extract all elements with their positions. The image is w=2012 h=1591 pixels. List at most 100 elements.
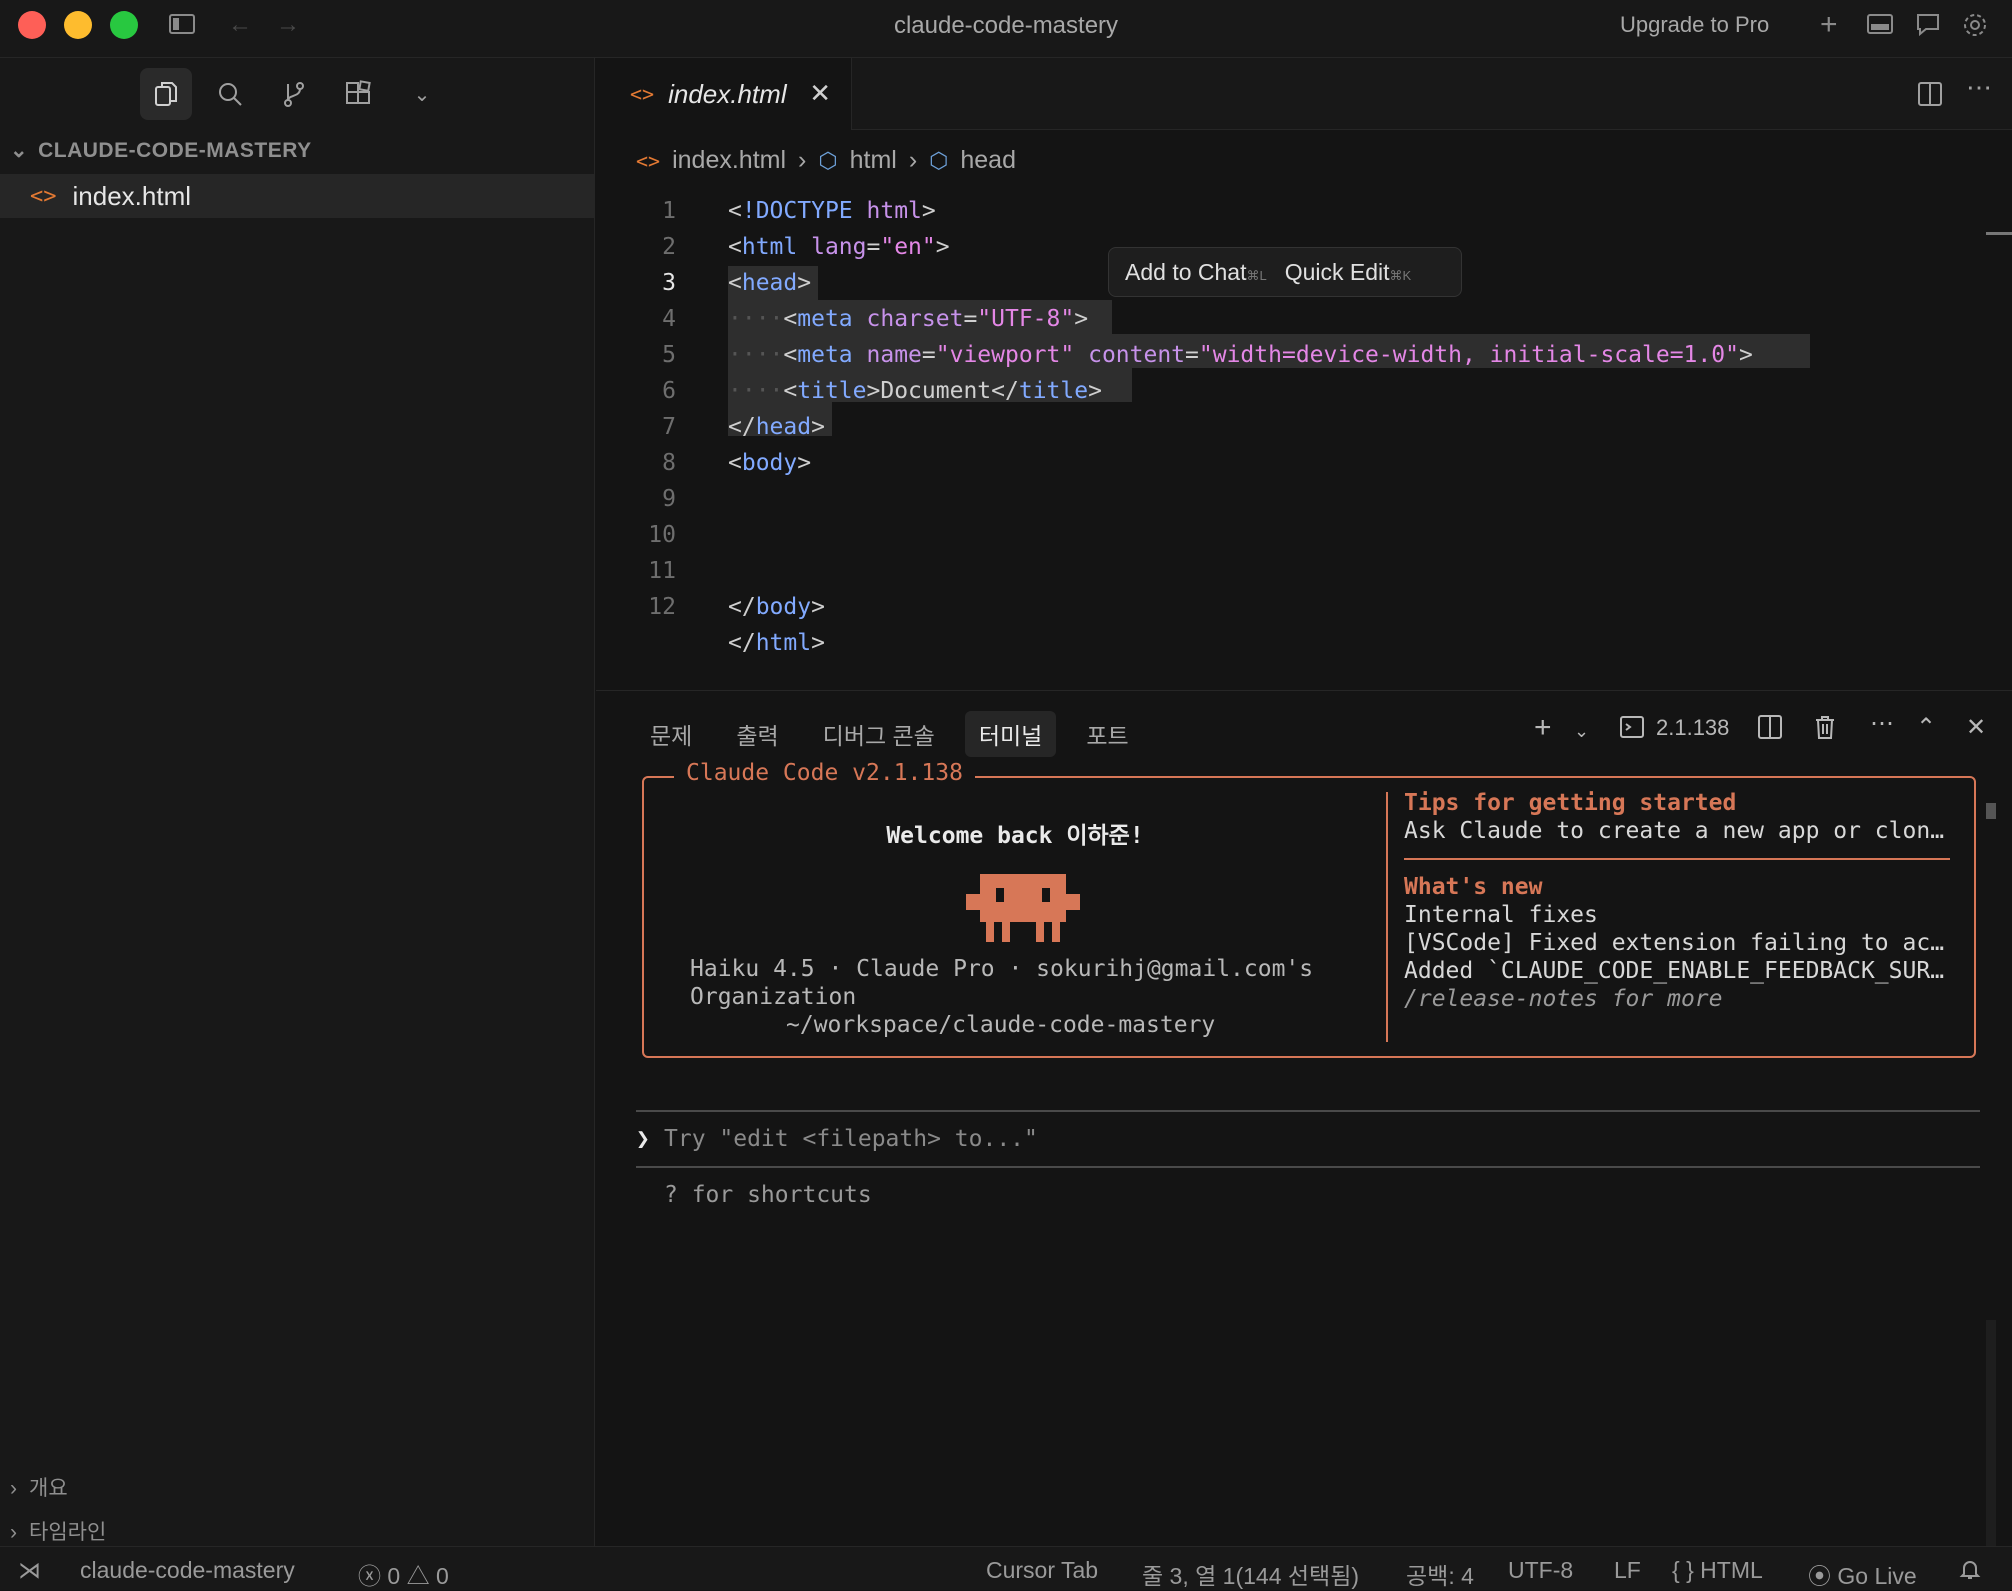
trash-icon[interactable] <box>1812 713 1838 748</box>
shortcuts-hint: ? for shortcuts <box>664 1182 872 1208</box>
terminal-instance-label[interactable]: 2.1.138 <box>1656 715 1729 741</box>
selection-popup: Add to Chat⌘L Quick Edit⌘K <box>1108 247 1462 297</box>
line-number: 12 <box>648 594 676 620</box>
language-label: HTML <box>1700 1557 1763 1583</box>
gear-icon[interactable] <box>1962 12 1988 38</box>
line-ending[interactable]: LF <box>1614 1557 1641 1584</box>
broadcast-icon: ⦿ <box>1808 1563 1831 1589</box>
minimap-marker <box>1986 232 2012 235</box>
close-panel-icon[interactable]: ✕ <box>1966 713 1986 742</box>
workspace-name[interactable]: claude-code-mastery <box>80 1557 295 1584</box>
go-live-label: Go Live <box>1837 1563 1917 1589</box>
shortcut-hint: ⌘K <box>1389 267 1412 283</box>
tab-problems[interactable]: 문제 <box>636 711 706 757</box>
breadcrumb: <> index.html › ⬡ html › ⬡ head <box>636 146 1016 175</box>
search-icon[interactable] <box>204 68 256 120</box>
encoding[interactable]: UTF-8 <box>1508 1557 1573 1584</box>
window: ← → claude-code-mastery Upgrade to Pro + <box>0 0 2012 1590</box>
more-actions-icon[interactable]: ⋯ <box>1966 72 1992 103</box>
tab-terminal[interactable]: 터미널 <box>964 711 1057 757</box>
tab-output[interactable]: 출력 <box>722 711 792 757</box>
toggle-panel-icon[interactable] <box>1866 12 1894 38</box>
whats-new-item: Internal fixes <box>1404 902 1598 928</box>
chevron-right-icon: › <box>798 146 807 174</box>
workspace-folder-header[interactable]: ⌄ CLAUDE-CODE-MASTERY <box>10 138 312 163</box>
line-number: 4 <box>662 306 676 332</box>
source-control-icon[interactable] <box>268 68 320 120</box>
chevron-down-icon[interactable]: ⌄ <box>1574 721 1589 742</box>
workspace-path: ~/workspace/claude-code-mastery <box>786 1012 1216 1038</box>
divider <box>636 1166 1980 1168</box>
bell-icon[interactable] <box>1958 1557 1982 1587</box>
breadcrumb-file[interactable]: index.html <box>672 146 786 175</box>
upgrade-button[interactable]: Upgrade to Pro <box>1620 12 1769 38</box>
line-number: 10 <box>648 522 676 548</box>
html-file-icon: <> <box>630 82 655 106</box>
scrollbar-track[interactable] <box>1986 1320 1996 1546</box>
breadcrumb-head[interactable]: head <box>960 146 1016 175</box>
outline-section[interactable]: › 개요 <box>10 1472 68 1502</box>
indentation[interactable]: 공백: 4 <box>1406 1557 1474 1591</box>
sidebar-toolbar: ⌄ <box>0 68 595 124</box>
html-file-icon: <> <box>636 148 661 173</box>
timeline-label: 타임라인 <box>29 1521 107 1544</box>
code-line: <!DOCTYPE html> <box>728 198 936 224</box>
code-line: </html> <box>728 630 825 656</box>
line-number: 1 <box>662 198 676 224</box>
add-to-chat-button[interactable]: Add to Chat⌘L <box>1125 259 1267 286</box>
extensions-icon[interactable] <box>332 68 384 120</box>
quick-edit-button[interactable]: Quick Edit⌘K <box>1285 259 1412 286</box>
code-line: <head> <box>728 270 812 296</box>
language-mode[interactable]: { } HTML <box>1672 1557 1763 1584</box>
divider <box>1386 792 1388 1042</box>
file-name: index.html <box>72 180 192 211</box>
line-number: 5 <box>662 342 676 368</box>
timeline-section[interactable]: › 타임라인 <box>10 1516 106 1546</box>
new-terminal-icon[interactable]: + <box>1534 711 1552 745</box>
error-icon: ⓧ <box>358 1563 381 1589</box>
braces-icon: { } <box>1672 1557 1694 1583</box>
code-line: ····<meta charset="UTF-8"> <box>728 306 1089 332</box>
split-terminal-icon[interactable] <box>1756 713 1784 748</box>
chat-icon[interactable] <box>1914 12 1942 38</box>
explorer-icon[interactable] <box>140 68 192 120</box>
breadcrumb-html[interactable]: html <box>850 146 897 175</box>
divider <box>1404 858 1950 860</box>
code-line: ····<title>Document</title> <box>728 378 1102 404</box>
line-number: 9 <box>662 486 676 512</box>
code-line: </head> <box>728 414 825 440</box>
code-line: <html lang="en"> <box>728 234 950 260</box>
tips-title: Tips for getting started <box>1404 790 1737 816</box>
split-editor-icon[interactable] <box>1916 80 1944 113</box>
more-actions-icon[interactable]: ⋯ <box>1870 709 1894 738</box>
file-item-index-html[interactable]: <> index.html <box>0 174 595 218</box>
box-title: Claude Code v2.1.138 <box>674 760 975 786</box>
whats-new-item: [VSCode] Fixed extension failing to ac… <box>1404 930 1945 956</box>
problems-indicator[interactable]: ⓧ 0 △ 0 <box>358 1557 449 1591</box>
remote-icon[interactable]: ⋊ <box>18 1557 41 1584</box>
chevron-right-icon: › <box>10 1521 17 1544</box>
tab-index-html[interactable]: <> index.html ✕ <box>596 58 852 130</box>
panel-tabs: 문제 출력 디버그 콘솔 터미널 포트 <box>636 711 1143 757</box>
cursor-tab-status[interactable]: Cursor Tab <box>986 1557 1098 1584</box>
welcome-text: Welcome back 이하준! <box>886 823 1144 849</box>
code-line: <body> <box>728 450 812 476</box>
cursor-position[interactable]: 줄 3, 열 1(144 선택됨) <box>1142 1557 1359 1591</box>
editor-tab-bar: <> index.html ✕ ⋯ <box>596 58 2012 130</box>
maximize-panel-icon[interactable]: ⌃ <box>1916 713 1936 742</box>
tab-debug-console[interactable]: 디버그 콘솔 <box>809 711 949 757</box>
release-notes-hint: /release-notes for more <box>1404 986 1723 1012</box>
prompt-caret-icon: ❯ <box>636 1126 650 1152</box>
chevron-down-icon[interactable]: ⌄ <box>396 68 448 120</box>
scrollbar-thumb[interactable] <box>1986 803 1996 819</box>
terminal-icon[interactable] <box>1618 713 1646 748</box>
prompt-input[interactable]: Try "edit <filepath> to..." <box>664 1126 1038 1152</box>
go-live-button[interactable]: ⦿ Go Live <box>1808 1557 1917 1591</box>
line-number: 7 <box>662 414 676 440</box>
line-number: 2 <box>662 234 676 260</box>
tab-ports[interactable]: 포트 <box>1072 711 1142 757</box>
line-number: 8 <box>662 450 676 476</box>
close-tab-icon[interactable]: ✕ <box>809 78 831 109</box>
html-file-icon: <> <box>30 183 57 209</box>
new-chat-icon[interactable]: + <box>1820 10 1838 40</box>
